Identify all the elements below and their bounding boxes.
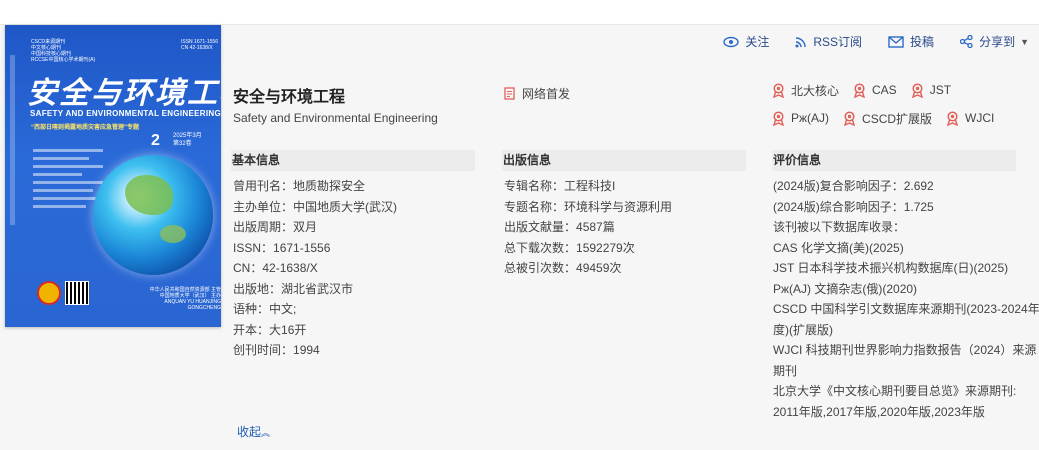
badge-cscd[interactable]: CSCD扩展版 (843, 110, 933, 126)
submit-button[interactable]: 投稿 (888, 33, 934, 50)
eval-line: Pж(AJ) 文摘杂志(俄)(2020) (773, 281, 918, 296)
info-row: 出版周期：双月 (233, 220, 318, 234)
journal-title: 安全与环境工程 (233, 89, 346, 106)
university-logo-icon (37, 281, 61, 305)
cover-side-strip (10, 55, 15, 225)
publish-info-heading: 出版信息 (502, 150, 746, 171)
eval-line: 该刊被以下数据库收录： (773, 220, 906, 234)
mail-icon (888, 35, 904, 48)
badge-pku-core[interactable]: 北大核心 (772, 82, 840, 98)
award-icon (844, 110, 856, 126)
toolbar: 关注 RSS订阅 投稿 分享到 ▼ (697, 33, 1029, 50)
journal-info-panel: CSCD来源期刊 中文核心期刊 中国科技核心期刊 RCCSE中国核心学术期刊(A… (0, 24, 1039, 450)
cover-special-issue: “西部日喀则揭露地质灾害应急管理”专题 (31, 125, 140, 131)
eval-line: CSCD 中国科学引文数据库来源期刊(2023-2024年 (773, 302, 1039, 316)
collapse-button[interactable]: 收起︽ (237, 423, 270, 440)
badge-label: CSCD扩展版 (862, 111, 933, 126)
info-row: 创刊时间：1994 (233, 343, 320, 357)
award-icon (772, 110, 785, 126)
journal-english-title: Safety and Environmental Engineering (233, 111, 438, 125)
info-row: 出版文献量：4587篇 (504, 220, 615, 234)
info-row: 开本：大16开 (233, 322, 307, 337)
cover-publisher: 中华人民共和国自然资源部 主管 中国地质大学（武汉） 主办 ANQUAN YU … (149, 287, 221, 311)
eval-line: 期刊 (773, 363, 798, 378)
document-icon (504, 87, 515, 100)
eval-line: JST 日本科学技术振兴机构数据库(日)(2025) (773, 261, 1009, 275)
basic-info-list: 曾用刊名：地质勘探安全 主办单位：中国地质大学(武汉) 出版周期：双月 ISSN… (233, 176, 397, 361)
collapse-label: 收起 (237, 425, 262, 439)
badge-label: Pж(AJ) (791, 111, 830, 125)
publish-info-list: 专辑名称：工程科技I 专题名称：环境科学与资源利用 出版文献量：4587篇 总下… (504, 176, 672, 279)
net-first-label: 网络首发 (522, 87, 571, 101)
cover-land-shape (160, 225, 186, 243)
cover-issue-date: 2025年3月 第32卷 (173, 133, 202, 147)
share-button[interactable]: 分享到 ▼ (960, 33, 1029, 50)
info-row: 语种：中文; (233, 302, 297, 316)
badge-ajr[interactable]: Pж(AJ) (772, 110, 830, 126)
chevron-down-icon: ▼ (1020, 36, 1029, 47)
follow-button[interactable]: 关注 (723, 33, 769, 50)
eval-line: 度)(扩展版) (773, 322, 833, 337)
info-row: 曾用刊名：地质勘探安全 (233, 179, 366, 193)
net-first-link[interactable]: 网络首发 (504, 85, 570, 102)
rss-label: RSS订阅 (813, 35, 863, 49)
info-row: 主办单位：中国地质大学(武汉) (233, 199, 398, 214)
info-row: 专题名称：环境科学与资源利用 (504, 199, 673, 214)
qr-code-icon (65, 281, 89, 305)
submit-label: 投稿 (910, 35, 935, 49)
eval-line: (2024版)综合影响因子：1.725 (773, 199, 934, 214)
award-icon (947, 110, 959, 126)
badge-wjci[interactable]: WJCI (946, 110, 995, 126)
badge-label: CAS (872, 83, 897, 97)
share-icon (960, 35, 973, 48)
badge-cas[interactable]: CAS (853, 82, 897, 98)
evaluation-info-heading: 评价信息 (772, 150, 1016, 171)
rss-icon (795, 36, 807, 47)
award-icon (772, 82, 785, 98)
badge-jst[interactable]: JST (911, 82, 952, 98)
rss-button[interactable]: RSS订阅 (795, 33, 862, 50)
cover-english-title: SAFETY AND ENVIRONMENTAL ENGINEERING (30, 109, 221, 118)
eye-icon (723, 36, 740, 47)
journal-cover-image[interactable]: CSCD来源期刊 中文核心期刊 中国科技核心期刊 RCCSE中国核心学术期刊(A… (5, 25, 221, 327)
cover-issue-number: 2 (151, 132, 160, 149)
cover-top-left-text: CSCD来源期刊 中文核心期刊 中国科技核心期刊 RCCSE中国核心学术期刊(A… (31, 39, 96, 63)
badge-label: WJCI (965, 111, 995, 125)
cover-top-right-text: ISSN 1671-1556 CN 42-1638/X (181, 39, 218, 51)
info-row: 出版地：湖北省武汉市 (233, 281, 354, 296)
follow-label: 关注 (745, 35, 770, 49)
eval-line: WJCI 科技期刊世界影响力指数报告（2024）来源 (773, 343, 1037, 357)
eval-line: (2024版)复合影响因子：2.692 (773, 179, 934, 193)
award-icon (853, 82, 866, 98)
info-row: 专辑名称：工程科技I (504, 179, 616, 193)
badge-label: 北大核心 (791, 83, 840, 98)
cover-calligraphy-title: 安全与环境工程 (27, 76, 221, 111)
info-row: 总被引次数：49459次 (504, 261, 622, 275)
globe-icon (93, 155, 213, 275)
info-row: 总下载次数：1592279次 (504, 240, 635, 255)
info-row: ISSN：1671-1556 (233, 240, 331, 255)
cover-toc-lines (33, 149, 103, 213)
basic-info-heading: 基本信息 (231, 150, 475, 171)
eval-line: 北京大学《中文核心期刊要目总览》来源期刊: (773, 384, 1017, 398)
evaluation-info-list: (2024版)复合影响因子：2.692 (2024版)综合影响因子：1.725 … (773, 176, 1039, 422)
badge-label: JST (929, 83, 952, 97)
eval-line: CAS 化学文摘(美)(2025) (773, 240, 904, 255)
info-row: CN：42-1638/X (233, 261, 318, 275)
chevron-up-icon: ︽ (261, 428, 271, 438)
share-label: 分享到 (979, 35, 1016, 49)
award-icon (911, 82, 923, 98)
index-badges: 北大核心 CAS JST Pж(AJ) CSCD扩展版 WJCI (772, 82, 1034, 139)
eval-line: 2011年版,2017年版,2020年版,2023年版 (773, 404, 985, 419)
